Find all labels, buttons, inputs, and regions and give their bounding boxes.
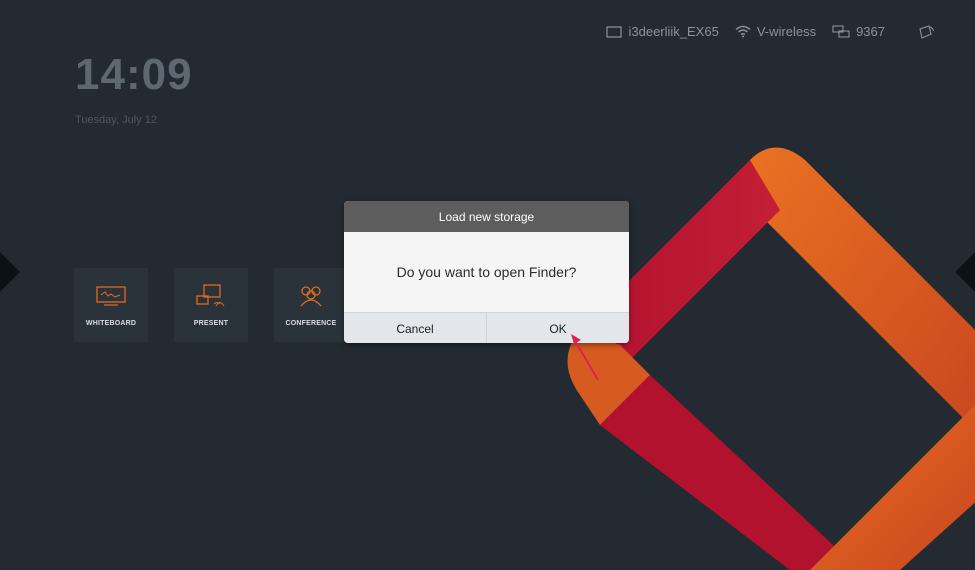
wifi-icon bbox=[735, 25, 751, 38]
conference-icon bbox=[295, 284, 327, 308]
clock-date: Tuesday, July 12 bbox=[75, 114, 157, 126]
dialog-title: Load new storage bbox=[344, 201, 629, 232]
tile-label: CONFERENCE bbox=[285, 320, 337, 327]
clock-time: 14:09 bbox=[75, 50, 193, 99]
chevron-left-icon[interactable] bbox=[0, 252, 20, 292]
network-icon bbox=[832, 25, 850, 38]
whiteboard-icon bbox=[95, 284, 127, 308]
cancel-button[interactable]: Cancel bbox=[344, 313, 486, 343]
tile-label: WHITEBOARD bbox=[85, 320, 137, 327]
code-status: 9367 bbox=[832, 24, 885, 39]
display-icon bbox=[606, 25, 623, 38]
pointer-arrow-icon bbox=[571, 334, 599, 381]
tile-conference[interactable]: CONFERENCE bbox=[274, 268, 348, 342]
present-icon bbox=[195, 284, 227, 308]
tile-present[interactable]: PRESENT bbox=[174, 268, 248, 342]
cast-status[interactable] bbox=[919, 24, 935, 39]
tile-whiteboard[interactable]: WHITEBOARD bbox=[74, 268, 148, 342]
cast-icon[interactable] bbox=[919, 24, 935, 39]
ok-button[interactable]: OK bbox=[486, 313, 629, 343]
display-status: i3deerliik_EX65 bbox=[606, 24, 719, 39]
load-storage-dialog: Load new storage Do you want to open Fin… bbox=[344, 201, 629, 343]
decorative-diamond-logo bbox=[567, 147, 975, 570]
connection-code: 9367 bbox=[856, 24, 885, 39]
tile-label: PRESENT bbox=[193, 320, 229, 327]
display-name: i3deerliik_EX65 bbox=[628, 24, 719, 39]
app-tiles: WHITEBOARD PRESENT CONFERENCE bbox=[74, 268, 348, 342]
status-bar: i3deerliik_EX65 V-wireless 9367 bbox=[606, 24, 935, 39]
dialog-message: Do you want to open Finder? bbox=[396, 264, 577, 280]
wifi-name: V-wireless bbox=[756, 24, 817, 39]
wifi-status: V-wireless bbox=[735, 24, 816, 39]
left-nav-handle[interactable] bbox=[0, 252, 20, 292]
